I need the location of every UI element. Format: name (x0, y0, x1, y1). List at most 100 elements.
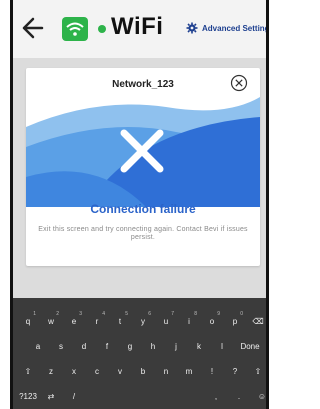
key-row1-4[interactable]: t5 (109, 310, 131, 332)
key-row4-6[interactable]: ☺ (251, 385, 267, 407)
key-row4-1[interactable]: ⇄ (40, 385, 62, 407)
key-row3-4[interactable]: v (109, 360, 131, 382)
key-label: g (127, 341, 133, 351)
close-icon[interactable] (230, 74, 248, 92)
connection-failure-dialog: Network_123 Connection failure Exit this… (26, 68, 260, 266)
key-row1-5[interactable]: y6 (132, 310, 154, 332)
key-sublabel: 6 (148, 311, 151, 317)
top-bar: WiFi Advanced Settings (13, 0, 266, 58)
key-label: y (141, 316, 145, 326)
key-label: m (185, 366, 193, 376)
key-label: z (49, 366, 53, 376)
key-row3-5[interactable]: b (132, 360, 154, 382)
key-row3-8[interactable]: ! (201, 360, 223, 382)
keyboard-row-2: a s d f g h j k l Done (13, 335, 266, 357)
key-sublabel: 2 (56, 311, 59, 317)
key-row2-7[interactable]: k (188, 335, 210, 357)
key-label: Done (240, 341, 260, 351)
key-row3-1[interactable]: z (40, 360, 62, 382)
key-label: ☺ (257, 391, 267, 401)
key-row4-3[interactable] (86, 385, 204, 407)
key-row1-3[interactable]: r4 (86, 310, 108, 332)
key-row3-7[interactable]: m (178, 360, 200, 382)
key-label: o (209, 316, 215, 326)
key-label: d (81, 341, 87, 351)
key-sublabel: 4 (102, 311, 105, 317)
keyboard-row-4: ?123 ⇄ /,. ☺ (13, 385, 266, 407)
gear-icon (186, 22, 198, 34)
key-row3-0[interactable]: ⇧ (17, 360, 39, 382)
key-sublabel: 1 (33, 311, 36, 317)
key-row3-6[interactable]: n (155, 360, 177, 382)
advanced-settings-label: Advanced Settings (202, 23, 269, 33)
key-row2-2[interactable]: d (73, 335, 95, 357)
key-sublabel: 0 (240, 311, 243, 317)
app-screen: WiFi Advanced Settings Network_123 Conne… (13, 0, 266, 298)
key-label: / (72, 391, 76, 401)
key-label: ?123 (19, 391, 37, 401)
key-row4-5[interactable]: . (228, 385, 250, 407)
key-label: ⇄ (47, 391, 55, 401)
key-label: x (72, 366, 76, 376)
key-row1-6[interactable]: u7 (155, 310, 177, 332)
key-row4-4[interactable]: , (205, 385, 227, 407)
key-label: t (118, 316, 122, 326)
key-label: ! (210, 366, 214, 376)
key-label: f (105, 341, 109, 351)
key-row1-10[interactable]: ⌫ (247, 310, 266, 332)
key-row4-0[interactable]: ?123 (17, 385, 39, 407)
key-sublabel: 9 (217, 311, 220, 317)
key-label: i (188, 316, 190, 326)
failure-heading: Connection failure (90, 202, 196, 216)
key-row4-2[interactable]: / (63, 385, 85, 407)
key-label: e (71, 316, 77, 326)
key-sublabel: 3 (79, 311, 82, 317)
key-label: c (95, 366, 99, 376)
wifi-status-dot (98, 25, 106, 33)
key-sublabel: 5 (125, 311, 128, 317)
key-row3-10[interactable]: ⇧ (247, 360, 266, 382)
key-label: s (59, 341, 63, 351)
key-row2-8[interactable]: l (211, 335, 233, 357)
advanced-settings-link[interactable]: Advanced Settings (186, 22, 269, 34)
device-frame: WiFi Advanced Settings Network_123 Conne… (10, 0, 269, 409)
key-row2-3[interactable]: f (96, 335, 118, 357)
key-row2-0[interactable]: a (27, 335, 49, 357)
key-label: a (35, 341, 41, 351)
failure-message: Exit this screen and try connecting agai… (38, 226, 248, 241)
key-row2-6[interactable]: j (165, 335, 187, 357)
key-label: n (163, 366, 169, 376)
wifi-icon (62, 17, 88, 41)
failure-illustration (26, 97, 260, 207)
key-row2-1[interactable]: s (50, 335, 72, 357)
key-label: k (197, 341, 201, 351)
key-row3-3[interactable]: c (86, 360, 108, 382)
key-row2-4[interactable]: g (119, 335, 141, 357)
key-label: p (232, 316, 238, 326)
key-row2-9[interactable]: Done (234, 335, 266, 357)
key-sublabel: 7 (171, 311, 174, 317)
key-row1-8[interactable]: o9 (201, 310, 223, 332)
key-row3-9[interactable]: ? (224, 360, 246, 382)
key-label: h (150, 341, 156, 351)
key-label: u (163, 316, 169, 326)
key-label: ⇧ (254, 366, 262, 376)
key-sublabel: 8 (194, 311, 197, 317)
key-label: w (48, 316, 54, 326)
back-arrow-icon[interactable] (20, 14, 46, 42)
key-row3-2[interactable]: x (63, 360, 85, 382)
key-row1-2[interactable]: e3 (63, 310, 85, 332)
on-screen-keyboard: q 1 w 2 e 3 r 4 t 5 y 6 u 7 i 8 o 9 p 0 ⌫ a s d f g h j k l Done ⇧ z x c… (13, 298, 266, 409)
keyboard-row-3: ⇧ z x c v b n m!? ⇧ (13, 360, 266, 382)
key-row2-5[interactable]: h (142, 335, 164, 357)
key-row1-1[interactable]: w2 (40, 310, 62, 332)
key-label: b (140, 366, 146, 376)
key-row1-0[interactable]: q1 (17, 310, 39, 332)
key-label: j (175, 341, 177, 351)
key-row1-7[interactable]: i8 (178, 310, 200, 332)
key-row1-9[interactable]: p0 (224, 310, 246, 332)
key-label: l (221, 341, 223, 351)
key-label: . (237, 391, 241, 401)
key-label: q (25, 316, 31, 326)
key-label: , (214, 391, 218, 401)
